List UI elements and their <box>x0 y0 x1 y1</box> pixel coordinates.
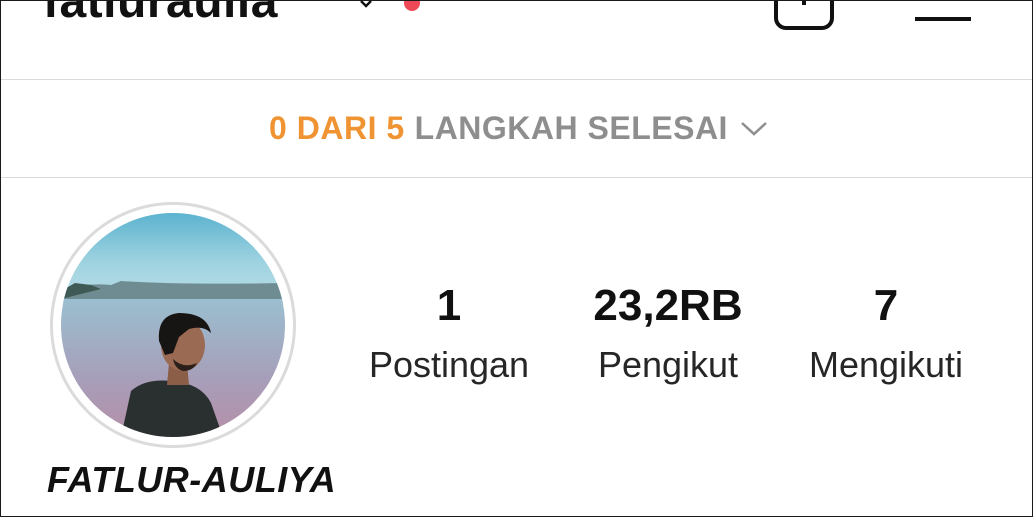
stat-following-label: Mengikuti <box>808 344 964 385</box>
stat-followers[interactable]: 23,2RB Pengikut <box>548 281 788 387</box>
stat-posts-label: Postingan <box>368 344 530 385</box>
steps-text: 0 DARI 5 LANGKAH SELESAI <box>269 110 768 147</box>
username[interactable]: fatluraulia <box>43 1 278 29</box>
notification-dot-icon <box>404 1 420 11</box>
menu-icon[interactable] <box>913 9 973 29</box>
stat-following-value: 7 <box>873 281 899 330</box>
steps-label: LANGKAH SELESAI <box>414 110 728 146</box>
stat-posts-value: 1 <box>436 281 462 330</box>
display-name: FATLUR-AULIYA <box>47 459 337 500</box>
stat-posts[interactable]: 1 Postingan <box>329 281 569 387</box>
new-post-icon[interactable] <box>773 0 835 31</box>
avatar-photo <box>61 213 285 437</box>
chevron-down-icon[interactable] <box>740 121 768 137</box>
profile-header: fatluraulia <box>1 1 1032 80</box>
chevron-down-icon[interactable] <box>359 0 373 9</box>
stat-followers-value: 23,2RB <box>593 281 743 330</box>
stat-followers-label: Pengikut <box>597 344 739 385</box>
stat-following[interactable]: 7 Mengikuti <box>766 281 1006 387</box>
steps-progress: 0 DARI 5 <box>269 110 405 146</box>
profile-screen: fatluraulia 0 DARI 5 LANGKAH SELESAI 1 P… <box>0 0 1033 517</box>
avatar[interactable] <box>61 213 285 437</box>
profile-steps-bar[interactable]: 0 DARI 5 LANGKAH SELESAI <box>1 80 1032 178</box>
